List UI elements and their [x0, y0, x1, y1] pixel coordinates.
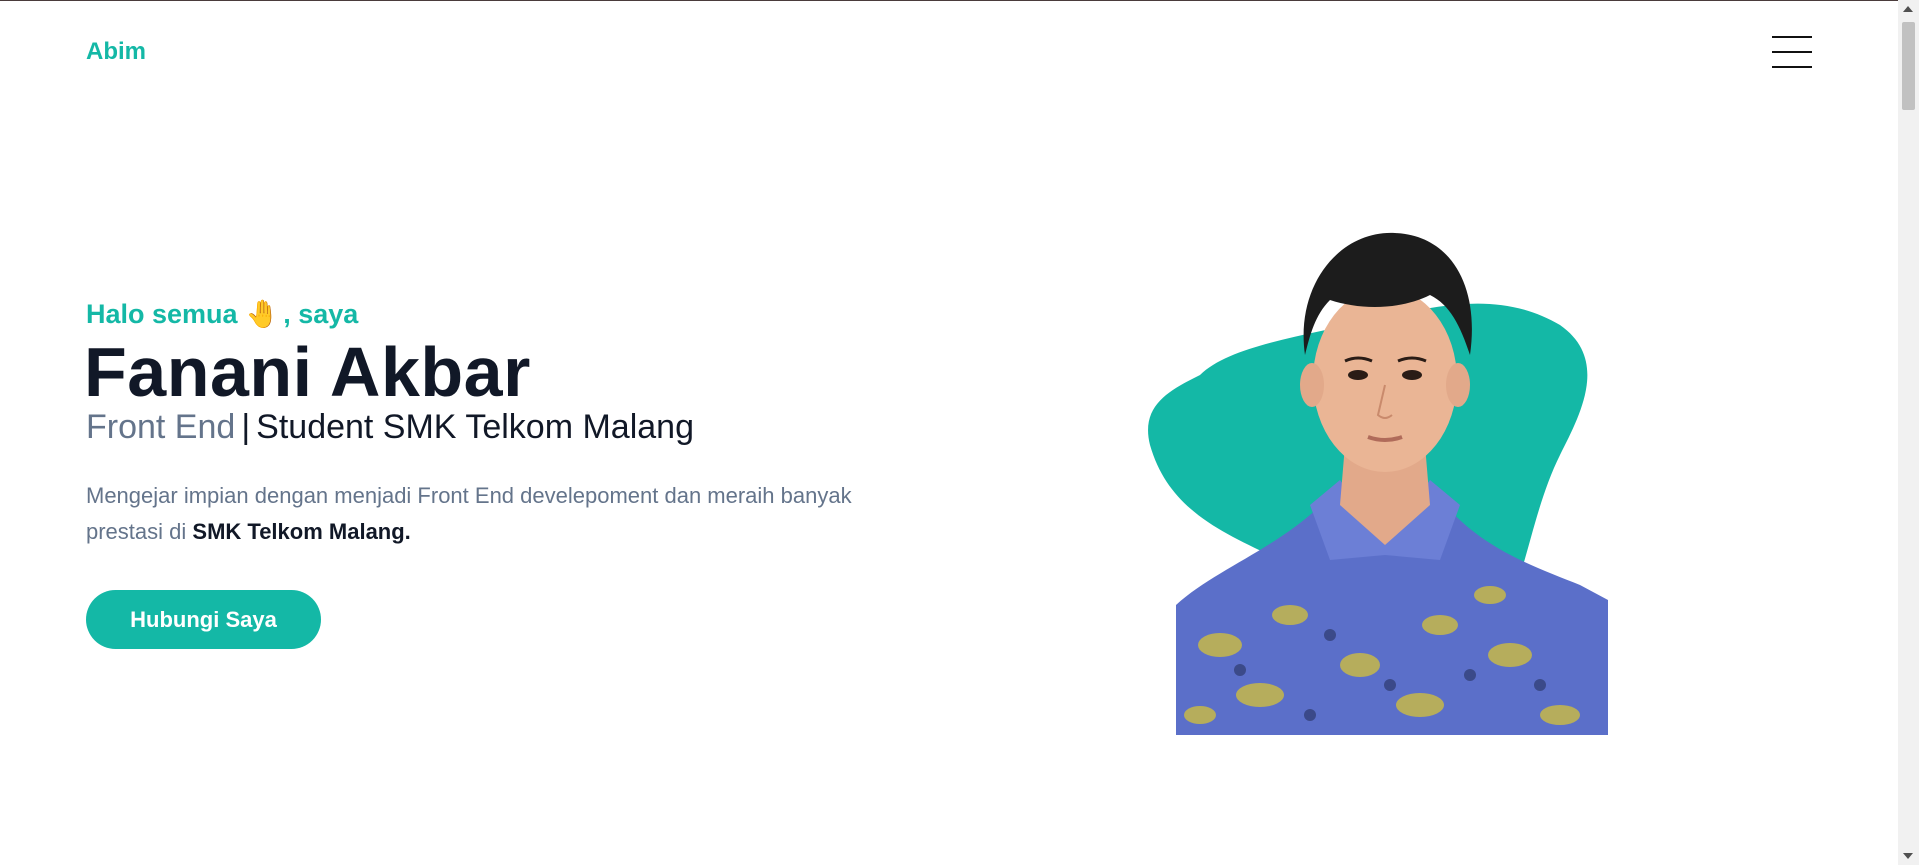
menu-line — [1772, 66, 1812, 68]
menu-line — [1772, 36, 1812, 38]
scrollbar-thumb[interactable] — [1902, 22, 1915, 110]
role-separator: | — [241, 408, 251, 446]
role-school: Student SMK Telkom Malang — [256, 408, 694, 446]
page: Abim Halo semua 🤚, saya Fanani Akbar Fron… — [0, 0, 1898, 865]
greeting-suffix: , saya — [283, 299, 359, 329]
contact-button[interactable]: Hubungi Saya — [86, 590, 321, 649]
profile-photo — [1148, 232, 1608, 735]
hero-description: Mengejar impian dengan menjadi Front End… — [86, 478, 926, 550]
hero-greeting: Halo semua 🤚, saya — [86, 298, 358, 330]
hero-role: Front End | Student SMK Telkom Malang — [86, 406, 694, 448]
scroll-up-arrow-icon[interactable] — [1903, 6, 1913, 12]
description-highlight: SMK Telkom Malang. — [192, 519, 411, 544]
face-shape — [1313, 288, 1457, 472]
logo-link[interactable]: Abim — [86, 38, 146, 66]
vertical-scrollbar[interactable] — [1898, 0, 1919, 865]
wave-hand-icon: 🤚 — [245, 299, 280, 329]
hero-name: Fanani Akbar — [84, 333, 531, 411]
role-title: Front End — [86, 408, 236, 446]
menu-line — [1772, 51, 1812, 53]
greeting-text: Halo semua — [86, 299, 238, 329]
hamburger-menu-icon[interactable] — [1770, 36, 1814, 72]
scroll-down-arrow-icon[interactable] — [1903, 853, 1913, 859]
